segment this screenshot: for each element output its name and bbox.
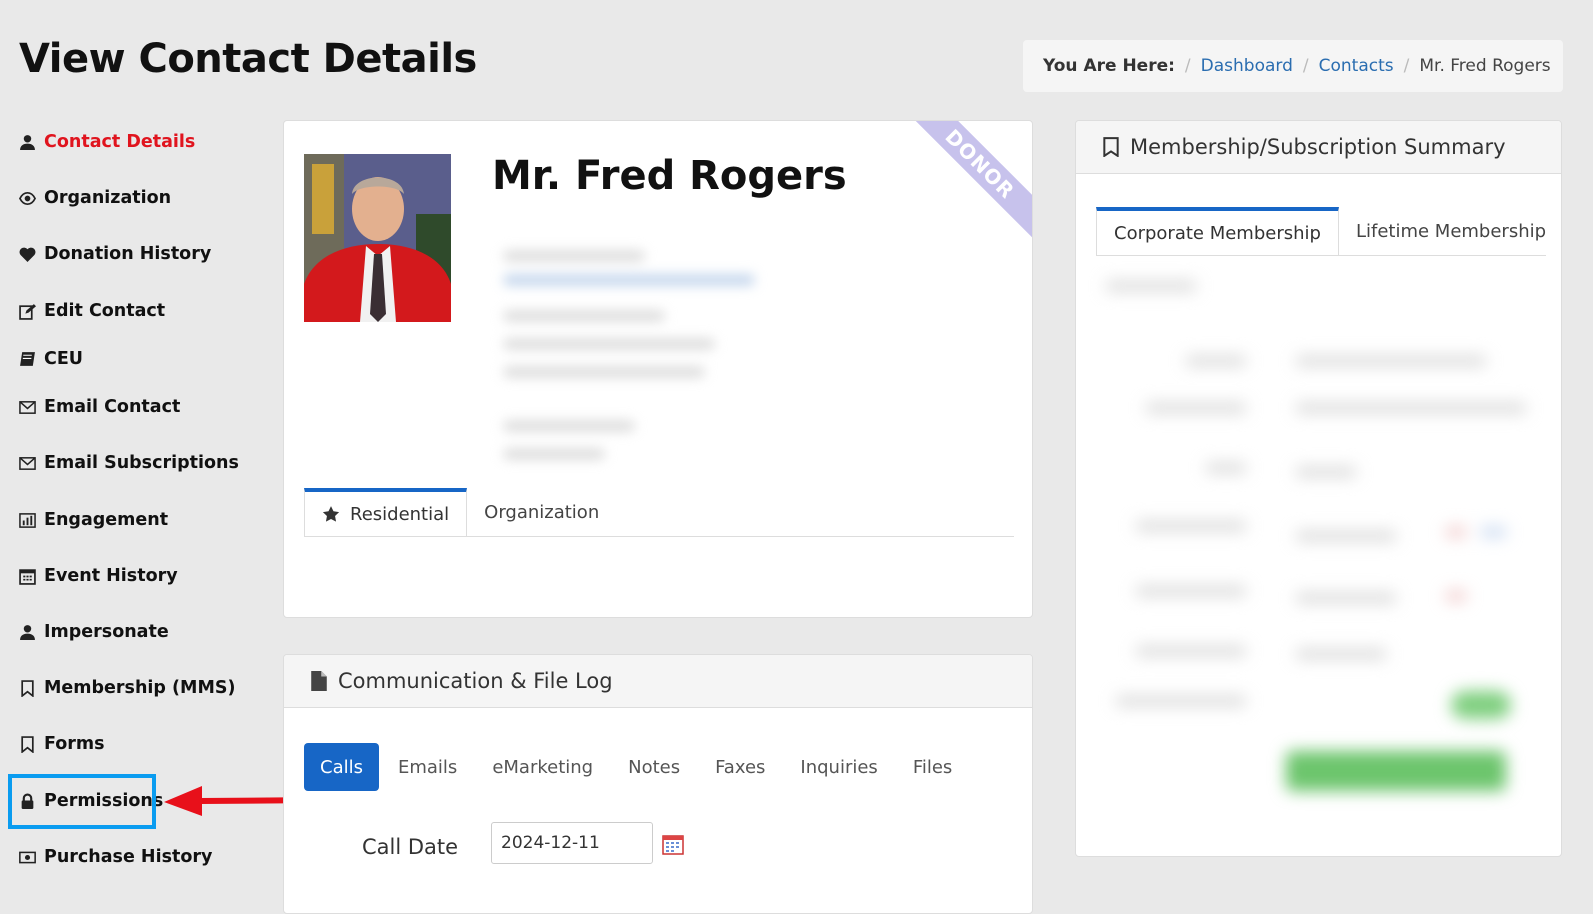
eye-icon [19, 191, 36, 205]
sidebar-item-label: CEU [44, 349, 84, 369]
tab-lifetime-membership[interactable]: Lifetime Membership [1339, 207, 1561, 255]
money-icon [19, 851, 36, 863]
bookmark-icon [21, 679, 34, 697]
tab-corporate-membership[interactable]: Corporate Membership [1096, 207, 1339, 255]
sidebar-item-email-contact[interactable]: Email Contact [19, 393, 180, 421]
sidebar-item-label: Donation History [44, 244, 212, 264]
communication-tabs: Calls Emails eMarketing Notes Faxes Inqu… [304, 743, 971, 791]
bookmark-icon [1103, 137, 1119, 157]
communication-log-title: Communication & File Log [338, 669, 613, 693]
sidebar-item-label: Purchase History [44, 847, 213, 867]
breadcrumb-separator: / [1403, 56, 1410, 76]
sidebar-item-forms[interactable]: Forms [19, 730, 105, 758]
breadcrumb-link-dashboard[interactable]: Dashboard [1201, 56, 1293, 76]
envelope-icon [19, 400, 36, 414]
tab-label: Residential [350, 503, 450, 525]
tab-residential[interactable]: Residential [304, 488, 468, 536]
sidebar-item-engagement[interactable]: Engagement [19, 506, 168, 534]
tab-calls[interactable]: Calls [304, 743, 379, 791]
book-icon [20, 351, 35, 366]
edit-icon [19, 303, 36, 320]
sidebar-nav: Contact Details Organization Donation Hi… [0, 0, 260, 897]
membership-tabs: Corporate Membership Lifetime Membership [1096, 207, 1546, 256]
breadcrumb-current: Mr. Fred Rogers [1419, 56, 1551, 76]
sidebar-item-label: Email Subscriptions [44, 453, 239, 473]
sidebar-item-label: Contact Details [44, 132, 196, 152]
tab-organization[interactable]: Organization [467, 488, 616, 536]
membership-summary-panel: Membership/Subscription Summary Corporat… [1075, 120, 1562, 857]
sidebar-item-organization[interactable]: Organization [19, 184, 171, 212]
communication-log-header: Communication & File Log [284, 655, 1032, 708]
sidebar-item-label: Engagement [44, 510, 169, 530]
calendar-icon [19, 568, 36, 585]
breadcrumb-separator: / [1302, 56, 1309, 76]
user-icon [20, 134, 35, 150]
file-icon [311, 671, 327, 691]
sidebar-item-label: Email Contact [44, 397, 181, 417]
tab-notes[interactable]: Notes [612, 743, 696, 791]
breadcrumb-link-contacts[interactable]: Contacts [1319, 56, 1394, 76]
membership-summary-title: Membership/Subscription Summary [1130, 135, 1506, 159]
sidebar-item-impersonate[interactable]: Impersonate [19, 618, 169, 646]
breadcrumb-separator: / [1184, 56, 1191, 76]
envelope-icon [19, 456, 36, 470]
breadcrumb-label: You Are Here: [1043, 56, 1175, 76]
sidebar-item-email-subscriptions[interactable]: Email Subscriptions [19, 449, 239, 477]
sidebar-item-membership[interactable]: Membership (MMS) [19, 674, 235, 702]
membership-summary-header: Membership/Subscription Summary [1076, 121, 1561, 174]
donor-ribbon-label: DONOR [902, 121, 1032, 246]
call-date-input[interactable] [491, 822, 653, 864]
sidebar-item-event-history[interactable]: Event History [19, 562, 178, 590]
sidebar-item-label: Event History [44, 566, 178, 586]
contact-tabs: Residential Organization [304, 488, 1014, 537]
user-icon [20, 624, 35, 640]
sidebar-item-donation-history[interactable]: Donation History [19, 240, 211, 268]
tab-emarketing[interactable]: eMarketing [476, 743, 609, 791]
call-date-label: Call Date [362, 835, 459, 859]
tab-label: Organization [484, 501, 600, 523]
heart-icon [19, 247, 36, 262]
sidebar-item-label: Forms [44, 734, 105, 754]
bookmark-icon [21, 735, 34, 753]
membership-details-blurred [1106, 281, 1546, 841]
communication-log-panel: Communication & File Log Calls Emails eM… [283, 654, 1033, 914]
sidebar-item-purchase-history[interactable]: Purchase History [19, 843, 212, 871]
contact-card: Mr. Fred Rogers DONOR Residential Organi… [283, 120, 1033, 618]
donor-ribbon: DONOR [902, 121, 1032, 251]
tab-files[interactable]: Files [897, 743, 969, 791]
tab-faxes[interactable]: Faxes [699, 743, 781, 791]
star-icon [322, 506, 340, 522]
breadcrumb: You Are Here: / Dashboard / Contacts / M… [1023, 40, 1563, 92]
tab-emails[interactable]: Emails [382, 743, 473, 791]
sidebar-item-label: Impersonate [44, 622, 169, 642]
bar-chart-icon [19, 512, 36, 528]
sidebar-item-contact-details[interactable]: Contact Details [19, 128, 195, 156]
annotation-highlight-box [8, 774, 156, 829]
sidebar-item-edit-contact[interactable]: Edit Contact [19, 297, 165, 325]
sidebar-item-label: Membership (MMS) [44, 678, 236, 698]
calendar-picker-icon[interactable] [662, 833, 684, 855]
contact-info-blurred [484, 231, 774, 491]
contact-photo [304, 154, 451, 322]
sidebar-item-label: Edit Contact [44, 301, 166, 321]
tab-inquiries[interactable]: Inquiries [784, 743, 893, 791]
sidebar-item-ceu[interactable]: CEU [19, 345, 83, 373]
contact-name: Mr. Fred Rogers [492, 153, 847, 199]
sidebar-item-label: Organization [44, 188, 172, 208]
